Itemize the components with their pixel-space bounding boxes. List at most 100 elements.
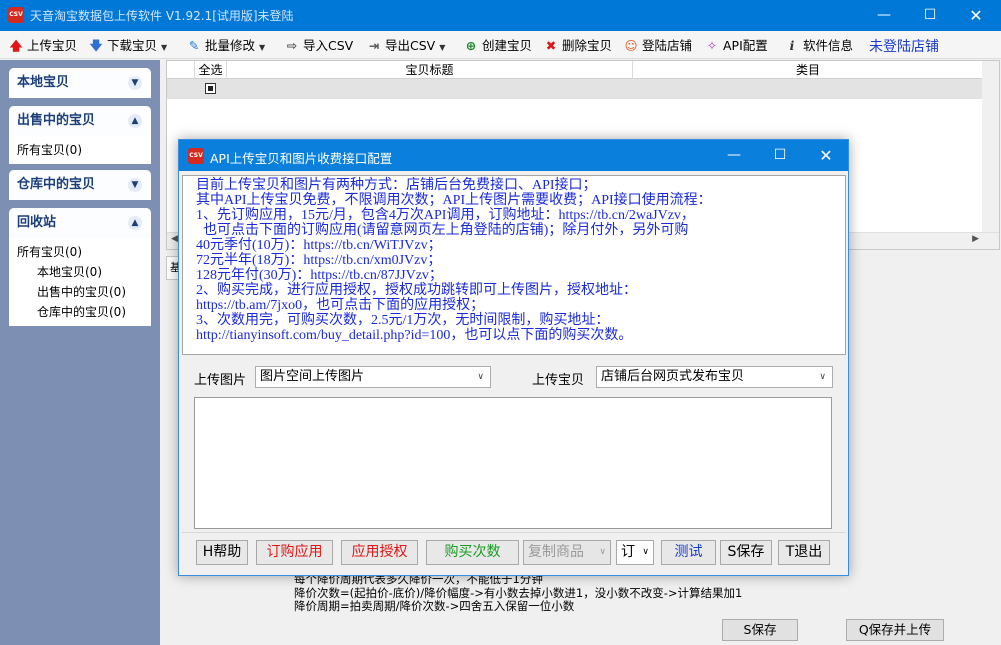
soft-info-button[interactable]: i 软件信息 — [784, 35, 853, 57]
chevron-down-icon: ▼ — [439, 43, 446, 52]
import-csv-label: 导入CSV — [303, 38, 354, 53]
sidebar-item-recycle-all[interactable]: 所有宝贝(0) — [9, 242, 151, 262]
sidebar-item-recycle-local[interactable]: 本地宝贝(0) — [9, 262, 151, 282]
expand-icon[interactable]: ▼ — [128, 178, 142, 192]
batch-edit-button[interactable]: ✎ 批量修改 ▼ — [186, 35, 265, 57]
pencil-icon: ✎ — [188, 38, 200, 53]
batch-edit-label: 批量修改 — [205, 38, 256, 53]
create-label: 创建宝贝 — [482, 38, 533, 53]
upload-item-select[interactable]: 店铺后台网页式发布宝贝 ∨ — [596, 366, 833, 388]
panel-selling-header[interactable]: 出售中的宝贝 ▲ — [9, 106, 151, 136]
arrow-up-icon: 🡅 — [9, 38, 23, 53]
scroll-right-icon[interactable]: ▶ — [972, 234, 979, 244]
dialog-app-icon: CSV — [188, 148, 204, 164]
plus-circle-icon: ⊕ — [465, 38, 477, 53]
dialog-title: API上传宝贝和图片收费接口配置 — [210, 151, 393, 166]
panel-recycle-body: 所有宝贝(0) 本地宝贝(0) 出售中的宝贝(0) 仓库中的宝贝(0) — [9, 238, 151, 326]
magic-wand-icon: ✧ — [706, 38, 718, 53]
panel-local-header[interactable]: 本地宝贝 ▼ — [9, 68, 151, 98]
main-titlebar: CSV 天音淘宝数据包上传软件 V1.92.1[试用版]未登陆 — ☐ ✕ — [0, 0, 1001, 31]
api-config-dialog: CSV API上传宝贝和图片收费接口配置 — ☐ ✕ 目前上传宝贝和图片有两种方… — [178, 139, 849, 576]
info-line: 128元年付(30万)：https://tb.cn/87JJVzv； — [196, 268, 443, 283]
info-line: 其中API上传宝贝免费，不限调用次数；API上传图片需要收费；API接口使用流程… — [196, 193, 712, 208]
panel-selling-title: 出售中的宝贝 — [17, 113, 96, 128]
export-csv-label: 导出CSV — [385, 38, 436, 53]
create-button[interactable]: ⊕ 创建宝贝 — [463, 35, 532, 57]
order-app-button[interactable]: 订购应用 — [256, 540, 333, 565]
select-all-header[interactable]: 全选 — [195, 61, 227, 79]
import-csv-button[interactable]: ⇨ 导入CSV — [284, 35, 353, 57]
save-and-upload-button[interactable]: Q保存并上传 — [846, 619, 944, 641]
copy-goods-select[interactable]: 复制商品 ∨ — [523, 540, 611, 565]
sidebar-item-recycle-warehouse[interactable]: 仓库中的宝贝(0) — [9, 302, 151, 322]
sidebar: 本地宝贝 ▼ 出售中的宝贝 ▲ 所有宝贝(0) 仓库中的宝贝 ▼ 回收站 ▲ 所… — [0, 60, 160, 645]
info-line: 目前上传宝贝和图片有两种方式：店铺后台免费接口、API接口； — [196, 178, 597, 193]
api-info-text: 目前上传宝贝和图片有两种方式：店铺后台免费接口、API接口； 其中API上传宝贝… — [182, 175, 846, 355]
maximize-icon[interactable]: ☐ — [907, 0, 953, 31]
dialog-minimize-icon[interactable]: — — [711, 140, 757, 171]
info-line: 1、先订购应用，15元/月，包含4万次API调用，订购地址：https://tb… — [196, 208, 695, 223]
grid-header: 全选 宝贝标题 类目 — [167, 61, 999, 79]
sidebar-item-selling-all[interactable]: 所有宝贝(0) — [9, 140, 151, 160]
order-select-label: 订 — [621, 544, 635, 560]
row-checkbox[interactable] — [205, 83, 216, 94]
upload-label: 上传宝贝 — [27, 38, 78, 53]
login-shop-button[interactable]: ☺ 登陆店铺 — [623, 35, 692, 57]
login-status-link[interactable]: 未登陆店铺 — [869, 36, 939, 58]
test-button[interactable]: 测试 — [661, 540, 716, 565]
download-label: 下载宝贝 — [107, 38, 158, 53]
category-column-header[interactable]: 类目 — [633, 61, 983, 79]
log-textarea[interactable] — [194, 397, 832, 529]
export-icon: ⇥ — [368, 38, 380, 53]
copy-goods-label: 复制商品 — [528, 544, 584, 560]
delete-button[interactable]: ✖ 删除宝贝 — [543, 35, 612, 57]
scroll-left-icon[interactable]: ◀ — [171, 234, 178, 244]
upload-image-value: 图片空间上传图片 — [260, 369, 365, 384]
buy-count-button[interactable]: 购买次数 — [426, 540, 519, 565]
api-config-button[interactable]: ✧ API配置 — [704, 35, 768, 57]
sidebar-item-recycle-selling[interactable]: 出售中的宝贝(0) — [9, 282, 151, 302]
panel-warehouse-header[interactable]: 仓库中的宝贝 ▼ — [9, 170, 151, 200]
save-button[interactable]: S保存 — [722, 619, 798, 641]
upload-image-select[interactable]: 图片空间上传图片 ∨ — [255, 366, 491, 388]
info-line: 72元半年(18万)：https://tb.cn/xm0JVzv； — [196, 253, 442, 268]
exit-button[interactable]: T退出 — [778, 540, 830, 565]
soft-info-label: 软件信息 — [803, 38, 854, 53]
collapse-icon[interactable]: ▲ — [128, 216, 142, 230]
upload-item-value: 店铺后台网页式发布宝贝 — [601, 369, 745, 384]
dialog-save-button[interactable]: S保存 — [720, 540, 772, 565]
table-row[interactable] — [167, 79, 984, 99]
order-select[interactable]: 订 ∨ — [616, 540, 654, 565]
info-line: 2、购买完成，进行应用授权，授权成功跳转即可上传图片，授权地址： — [196, 283, 637, 298]
minimize-icon[interactable]: — — [861, 0, 907, 31]
download-button[interactable]: 🡇 下载宝贝 ▼ — [88, 35, 168, 57]
title-column-header[interactable]: 宝贝标题 — [227, 61, 633, 79]
upload-button[interactable]: 🡅 上传宝贝 — [8, 35, 77, 57]
api-config-label: API配置 — [723, 38, 768, 53]
close-icon[interactable]: ✕ — [953, 0, 999, 31]
dialog-close-icon[interactable]: ✕ — [803, 140, 849, 171]
app-auth-button[interactable]: 应用授权 — [341, 540, 418, 565]
dialog-footer: H帮助 订购应用 应用授权 购买次数 复制商品 ∨ 订 ∨ 测试 S保存 T退出 — [182, 532, 846, 572]
expand-icon[interactable]: ▼ — [128, 76, 142, 90]
upload-item-label: 上传宝贝 — [532, 373, 585, 388]
import-icon: ⇨ — [286, 38, 298, 53]
grid-vertical-scrollbar[interactable] — [982, 61, 999, 249]
chevron-down-icon: ∨ — [642, 547, 649, 557]
panel-warehouse-title: 仓库中的宝贝 — [17, 177, 96, 192]
dialog-maximize-icon[interactable]: ☐ — [757, 140, 803, 171]
help-button[interactable]: H帮助 — [196, 540, 248, 565]
delete-x-icon: ✖ — [545, 38, 557, 53]
delete-label: 删除宝贝 — [562, 38, 613, 53]
collapse-icon[interactable]: ▲ — [128, 114, 142, 128]
info-line: https://tb.am/7jxo0，也可点击下面的应用授权； — [196, 298, 485, 313]
export-csv-button[interactable]: ⇥ 导出CSV ▼ — [366, 35, 446, 57]
info-line: 也可点击下面的订购应用(请留意网页左上角登陆的店铺)；除月付外，另外可购 — [196, 223, 689, 238]
row-indicator-header — [167, 61, 195, 79]
chevron-down-icon: ▼ — [161, 43, 168, 52]
panel-recycle-title: 回收站 — [17, 215, 57, 230]
panel-recycle-header[interactable]: 回收站 ▲ — [9, 208, 151, 238]
chevron-down-icon: ∨ — [477, 372, 484, 382]
info-line: 40元季付(10万)：https://tb.cn/WiTJVzv； — [196, 238, 442, 253]
app-icon: CSV — [8, 7, 24, 23]
